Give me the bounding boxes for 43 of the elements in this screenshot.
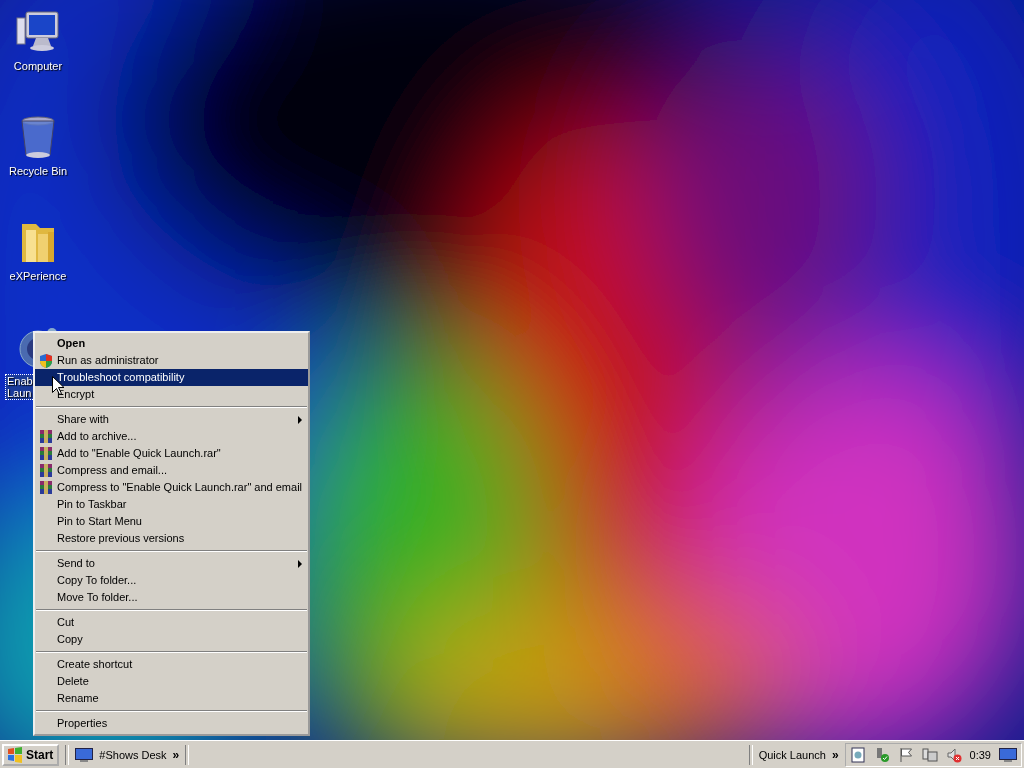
menu-item[interactable]: Share with [35, 411, 308, 428]
menu-item[interactable]: Compress to "Enable Quick Launch.rar" and email [35, 479, 308, 496]
menu-item[interactable]: Properties [35, 715, 308, 732]
menu-item[interactable]: Rename [35, 690, 308, 707]
chevron-button[interactable]: » [172, 747, 180, 762]
icon-label[interactable]: Enab Laun [6, 375, 34, 399]
quick-launch-label: Quick Launch [758, 748, 826, 761]
menu-item[interactable]: Pin to Taskbar [35, 496, 308, 513]
icon-label[interactable]: Recycle Bin [7, 165, 69, 177]
computer-icon[interactable] [921, 746, 938, 763]
menu-item[interactable]: Add to archive... [35, 428, 308, 445]
archive-icon [38, 428, 54, 445]
menu-item[interactable]: Create shortcut [35, 656, 308, 673]
menu-item[interactable]: Encrypt [35, 386, 308, 403]
shield-icon [38, 352, 54, 369]
chevron-button[interactable]: » [831, 747, 839, 762]
icon-label[interactable]: Computer [12, 60, 64, 72]
menu-item[interactable]: Delete [35, 673, 308, 690]
toolbar-label: #Shows Desk [99, 748, 167, 761]
archive-icon [38, 462, 54, 479]
menu-item[interactable]: Copy To folder... [35, 572, 308, 589]
archive-icon [38, 479, 54, 496]
menu-item[interactable]: Send to [35, 555, 308, 572]
icon-label[interactable]: eXPerience [8, 270, 68, 282]
archive-icon [38, 445, 54, 462]
windows-logo-icon [7, 746, 23, 763]
menu-item[interactable]: Compress and email... [35, 462, 308, 479]
desktop-icon[interactable] [999, 747, 1017, 762]
menu-item[interactable]: Pin to Start Menu [35, 513, 308, 530]
menu-item[interactable]: Add to "Enable Quick Launch.rar" [35, 445, 308, 462]
menu-item[interactable]: Cut [35, 614, 308, 631]
menu-item[interactable]: Restore previous versions [35, 530, 308, 547]
volume-muted-icon[interactable] [945, 746, 962, 763]
menu-item[interactable]: Open [35, 335, 308, 352]
menu-item[interactable]: Troubleshoot compatibility [35, 369, 308, 386]
menu-item[interactable]: Copy [35, 631, 308, 648]
start-button[interactable]: Start [2, 743, 60, 766]
menu-item[interactable]: Move To folder... [35, 589, 308, 606]
flag-icon[interactable] [897, 746, 914, 763]
desktop-icon[interactable] [75, 747, 94, 762]
menu-item[interactable]: Run as administrator [35, 352, 308, 369]
clock: 0:39 [969, 748, 991, 761]
document-icon[interactable] [849, 746, 866, 763]
